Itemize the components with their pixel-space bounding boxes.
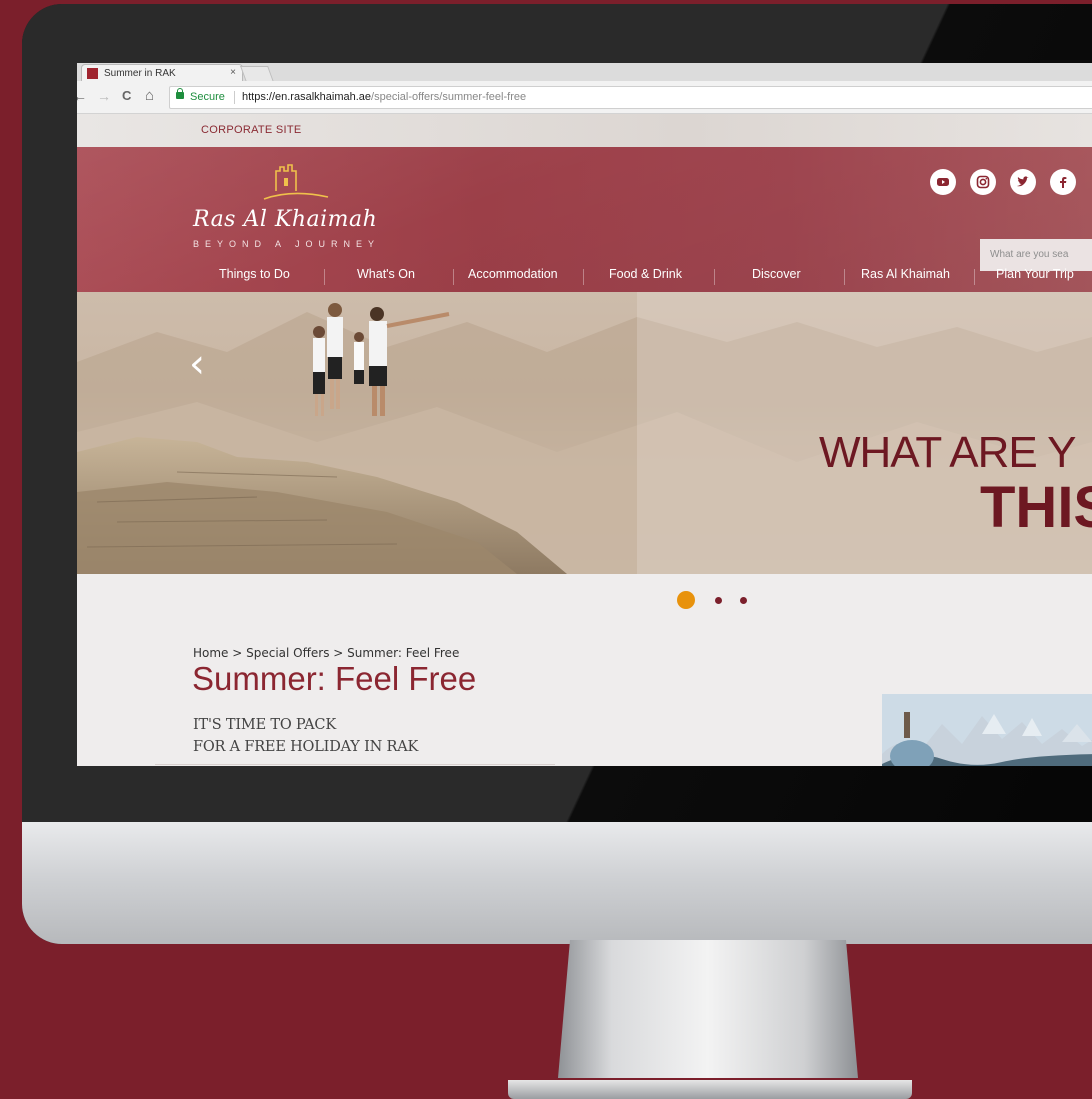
logo-wordmark[interactable]: Ras Al Khaimah: [193, 207, 377, 232]
main-content: Home > Special Offers > Summer: Feel Fre…: [77, 634, 1092, 766]
url-host: https://en.rasalkhaimah.ae: [242, 91, 372, 103]
browser-toolbar: ← → C ⌂ Secure https://en.rasalkhaimah.a…: [77, 81, 1092, 114]
lock-icon: [176, 88, 184, 99]
corporate-site-link[interactable]: CORPORATE SITE: [201, 124, 302, 136]
browser-tab[interactable]: Summer in RAK ×: [81, 64, 243, 82]
twitter-icon[interactable]: [1010, 169, 1036, 195]
back-icon[interactable]: ←: [77, 88, 87, 104]
monitor-stand-foot: [508, 1080, 912, 1099]
youtube-icon[interactable]: [930, 169, 956, 195]
forward-icon[interactable]: →: [97, 88, 111, 104]
tab-strip: Summer in RAK ×: [77, 63, 1092, 82]
hero-prev-arrow-icon[interactable]: ‹: [189, 344, 205, 384]
carousel-dot[interactable]: [715, 597, 722, 604]
logo-fort-icon[interactable]: [262, 161, 332, 206]
favicon-icon: [87, 68, 98, 79]
hero-headline-line1: WHAT ARE Y: [819, 428, 1077, 477]
nav-plan-your-trip[interactable]: Plan Your Trip: [996, 267, 1074, 281]
nav-accommodation[interactable]: Accommodation: [468, 267, 558, 281]
hero-headline-line2: THIS: [980, 475, 1092, 540]
promo-image: [882, 694, 1092, 766]
content-divider: [155, 764, 555, 765]
home-icon[interactable]: ⌂: [145, 88, 154, 104]
intro-line-1: IT'S TIME TO PACK: [193, 717, 336, 733]
nav-divider: [583, 269, 584, 285]
main-navigation: Things to Do What's On Accommodation Foo…: [77, 267, 1092, 292]
browser-window: Summer in RAK × ← → C ⌂ Secure https://e…: [77, 63, 1092, 766]
url-path: /special-offers/summer-feel-free: [371, 91, 527, 103]
tab-title: Summer in RAK: [104, 68, 176, 79]
new-tab-button[interactable]: [240, 66, 274, 82]
logo-tagline: BEYOND A JOURNEY: [193, 239, 381, 249]
nav-ras-al-khaimah[interactable]: Ras Al Khaimah: [861, 267, 950, 281]
nav-food-drink[interactable]: Food & Drink: [609, 267, 682, 281]
url-separator: [234, 91, 235, 104]
corporate-bar: CORPORATE SITE: [77, 114, 1092, 147]
tab-close-icon[interactable]: ×: [230, 67, 236, 78]
nav-things-to-do[interactable]: Things to Do: [219, 267, 290, 281]
site-header: Ras Al Khaimah BEYOND A JOURNEY What are…: [77, 147, 1092, 292]
carousel-dot-active[interactable]: [677, 591, 695, 609]
web-page: CORPORATE SITE Ras Al Khaimah BEYOND A J…: [77, 114, 1092, 766]
nav-divider: [844, 269, 845, 285]
monitor-stand: [558, 940, 858, 1078]
instagram-icon[interactable]: [970, 169, 996, 195]
reload-icon[interactable]: C: [122, 88, 131, 104]
page-title: Summer: Feel Free: [192, 660, 477, 697]
breadcrumb[interactable]: Home > Special Offers > Summer: Feel Fre…: [193, 646, 459, 660]
nav-divider: [714, 269, 715, 285]
hero-carousel: ‹ WHAT ARE Y THIS: [77, 292, 1092, 574]
nav-divider: [324, 269, 325, 285]
nav-whats-on[interactable]: What's On: [357, 267, 415, 281]
nav-divider: [453, 269, 454, 285]
nav-discover[interactable]: Discover: [752, 267, 801, 281]
address-bar[interactable]: Secure https://en.rasalkhaimah.ae/specia…: [169, 86, 1092, 109]
carousel-dot[interactable]: [740, 597, 747, 604]
url-text: https://en.rasalkhaimah.ae/special-offer…: [242, 87, 526, 108]
facebook-icon[interactable]: [1050, 169, 1076, 195]
nav-divider: [974, 269, 975, 285]
monitor-chin: [22, 822, 1092, 944]
intro-line-2: FOR A FREE HOLIDAY IN RAK: [193, 739, 419, 755]
secure-label: Secure: [190, 91, 225, 103]
